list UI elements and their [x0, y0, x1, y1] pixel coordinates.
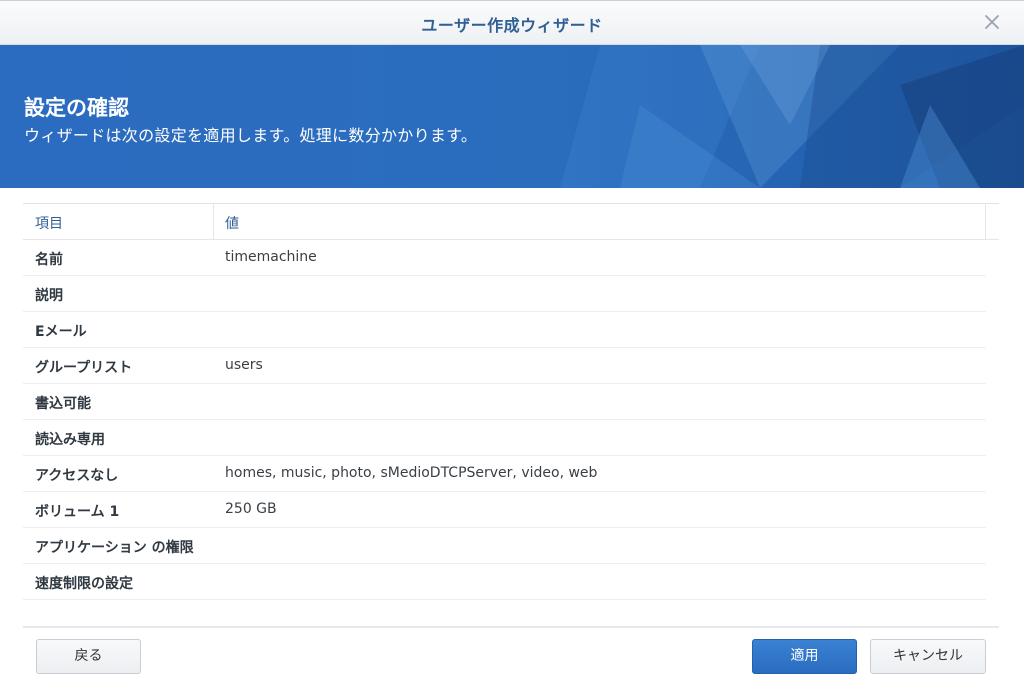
row-key: アプリケーション の権限 [35, 540, 194, 556]
table-row: 速度制限の設定 [23, 564, 986, 600]
title-bar: ユーザー作成ウィザード [0, 0, 1024, 45]
apply-button[interactable]: 適用 [752, 639, 857, 674]
row-key: 説明 [35, 288, 63, 304]
banner-subtitle: ウィザードは次の設定を適用します。処理に数分かかります。 [24, 126, 478, 145]
row-key: 書込可能 [35, 396, 91, 412]
close-icon [985, 15, 999, 29]
row-key: ボリューム 1 [35, 504, 120, 520]
table-row: Eメール [23, 312, 986, 348]
table-row: アクセスなし homes, music, photo, sMedioDTCPSe… [23, 456, 986, 492]
column-divider[interactable] [985, 204, 986, 240]
column-header-value[interactable]: 値 [225, 213, 239, 233]
table-header: 項目 値 [23, 204, 999, 240]
table-row: 名前 timemachine [23, 240, 986, 276]
row-key: アクセスなし [35, 468, 119, 484]
table-row: 説明 [23, 276, 986, 312]
table-row: アプリケーション の権限 [23, 528, 986, 564]
window-title: ユーザー作成ウィザード [421, 16, 603, 35]
close-button[interactable] [982, 12, 1002, 32]
footer-divider [23, 626, 999, 628]
table-row: グループリスト users [23, 348, 986, 384]
cancel-button[interactable]: キャンセル [870, 639, 986, 674]
user-creation-wizard-dialog: ユーザー作成ウィザード 設定の確認 ウィザードは次の設定を適用します。処理に数分… [0, 0, 1024, 686]
row-value: homes, music, photo, sMedioDTCPServer, v… [225, 465, 598, 481]
column-header-item[interactable]: 項目 [35, 213, 63, 233]
banner-background [0, 45, 1024, 188]
row-value: 250 GB [225, 501, 277, 517]
settings-summary-table: 項目 値 名前 timemachine 説明 Eメール グループリスト user… [23, 203, 999, 601]
row-value: users [225, 357, 263, 373]
row-key: 速度制限の設定 [35, 576, 133, 592]
table-row: 書込可能 [23, 384, 986, 420]
row-key: 名前 [35, 252, 63, 268]
row-value: timemachine [225, 249, 317, 265]
column-divider[interactable] [213, 204, 214, 240]
banner-title: 設定の確認 [24, 96, 129, 120]
table-row: ボリューム 1 250 GB [23, 492, 986, 528]
row-key: グループリスト [35, 360, 133, 376]
row-key: Eメール [35, 324, 87, 340]
back-button[interactable]: 戻る [36, 639, 141, 674]
table-row: 読込み専用 [23, 420, 986, 456]
row-key: 読込み専用 [35, 432, 105, 448]
header-banner: 設定の確認 ウィザードは次の設定を適用します。処理に数分かかります。 [0, 45, 1024, 188]
